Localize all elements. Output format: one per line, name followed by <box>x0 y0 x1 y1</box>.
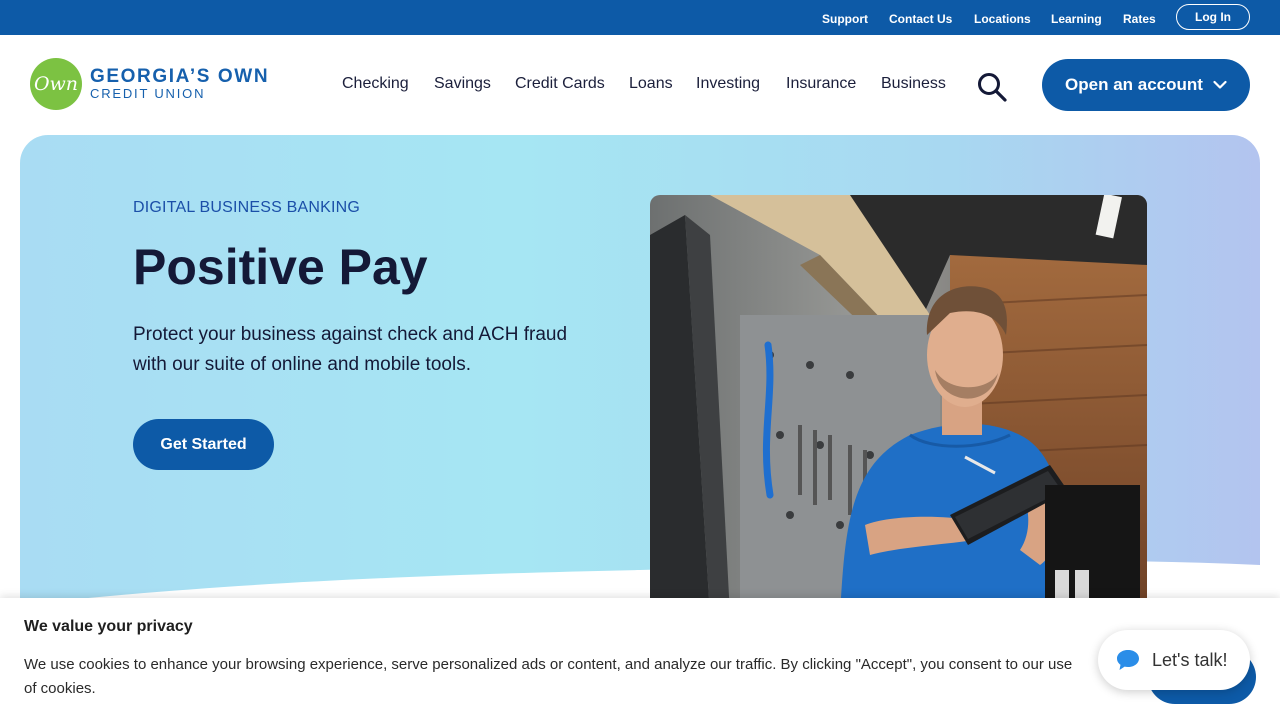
nav-item-investing[interactable]: Investing <box>696 75 760 93</box>
logo[interactable]: Own GEORGIA’S OWN CREDIT UNION <box>30 58 269 110</box>
man-with-tablet-illustration <box>650 195 1147 615</box>
cookie-text: We use cookies to enhance your browsing … <box>24 656 1073 697</box>
utility-bar: Support Contact Us Locations Learning Ra… <box>0 0 1280 35</box>
chat-prompt[interactable]: Let's talk! <box>1098 630 1250 690</box>
rates-link[interactable]: Rates <box>1123 12 1156 26</box>
logo-subname: CREDIT UNION <box>90 86 206 101</box>
hero-image <box>650 195 1147 615</box>
nav-item-savings[interactable]: Savings <box>434 75 491 93</box>
support-link[interactable]: Support <box>822 12 868 26</box>
nav-item-loans[interactable]: Loans <box>629 75 673 93</box>
open-account-label: Open an account <box>1065 75 1203 94</box>
contact-us-link[interactable]: Contact Us <box>889 12 952 26</box>
hero-title: Positive Pay <box>133 239 428 295</box>
site-header: Own GEORGIA’S OWN CREDIT UNION Checking … <box>0 35 1280 135</box>
hero-eyebrow: DIGITAL BUSINESS BANKING <box>133 199 361 216</box>
locations-link[interactable]: Locations <box>974 12 1031 26</box>
login-button[interactable]: Log In <box>1176 4 1250 30</box>
open-account-button[interactable]: Open an account <box>1042 59 1250 111</box>
search-icon[interactable] <box>976 71 1008 103</box>
chat-bubble-icon <box>1117 650 1139 670</box>
nav-item-business[interactable]: Business <box>881 75 946 93</box>
chat-label: Let's talk! <box>1152 649 1228 670</box>
cookie-title: We value your privacy <box>24 618 193 635</box>
nav-item-insurance[interactable]: Insurance <box>786 75 856 93</box>
nav-item-checking[interactable]: Checking <box>342 75 409 93</box>
nav-item-credit-cards[interactable]: Credit Cards <box>515 75 605 93</box>
get-started-button[interactable]: Get Started <box>133 419 274 470</box>
chevron-down-icon <box>1213 80 1227 89</box>
learning-link[interactable]: Learning <box>1051 12 1102 26</box>
logo-text: GEORGIA’S OWN CREDIT UNION <box>90 67 269 101</box>
cookie-banner: We value your privacy We use cookies to … <box>0 598 1280 720</box>
logo-mark: Own <box>30 58 82 110</box>
logo-name: GEORGIA’S OWN <box>90 66 270 87</box>
hero-description: Protect your business against check and … <box>133 324 568 375</box>
